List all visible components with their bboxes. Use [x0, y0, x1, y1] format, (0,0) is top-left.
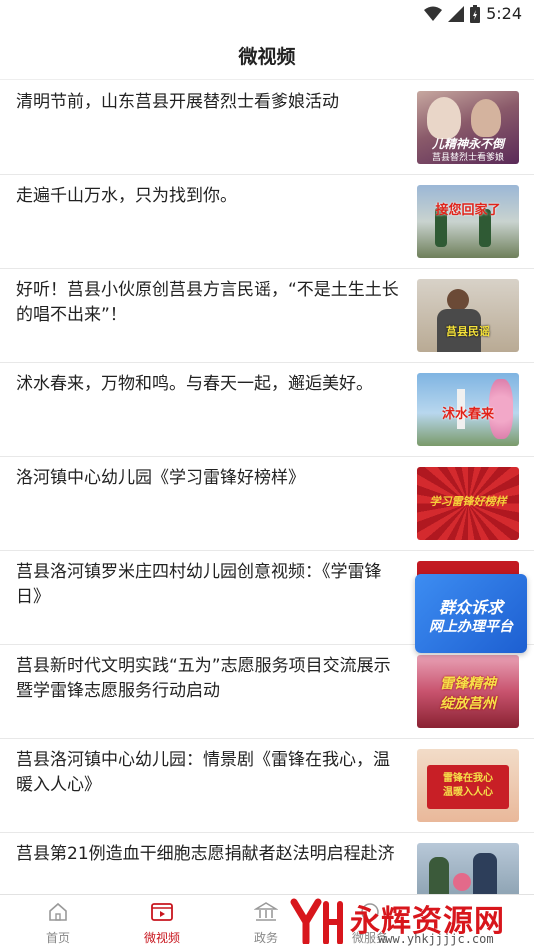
- feed-item-title[interactable]: 沭水春来，万物和鸣。与春天一起，邂逅美好。: [16, 372, 404, 397]
- feed-item-title[interactable]: 莒县新时代文明实践“五为”志愿服务项目交流展示暨学雷锋志愿服务行动启动: [16, 654, 404, 704]
- feed-item-title[interactable]: 洛河镇中心幼儿园《学习雷锋好榜样》: [16, 466, 404, 491]
- video-thumbnail[interactable]: 雷锋精神 绽放莒州: [417, 655, 519, 728]
- battery-icon: [470, 4, 481, 23]
- thumbnail-caption: 接您回家了: [435, 203, 501, 218]
- status-icons: 5:24: [424, 4, 522, 23]
- feed-item[interactable]: 好听！莒县小伙原创莒县方言民谣，“不是土生土长的唱不出来”！ 莒县民谣: [0, 269, 534, 363]
- feed-item[interactable]: 沭水春来，万物和鸣。与春天一起，邂逅美好。 沭水春来: [0, 363, 534, 457]
- feed-item-title[interactable]: 清明节前，山东莒县开展替烈士看爹娘活动: [16, 90, 404, 115]
- thumbnail-caption: 雷锋精神: [440, 676, 496, 692]
- feed-item-title[interactable]: 好听！莒县小伙原创莒县方言民谣，“不是土生土长的唱不出来”！: [16, 278, 404, 328]
- home-icon: [49, 902, 67, 921]
- watermark-url: www.yhkjjjjc.com: [378, 932, 494, 946]
- signal-icon: [448, 5, 465, 22]
- thumbnail-caption: 莒县民谣: [446, 325, 490, 338]
- thumbnail-subcaption: 绽放莒州: [440, 696, 496, 712]
- watermark-logo-icon: [290, 898, 343, 944]
- feed-item-title[interactable]: 走遍千山万水，只为找到你。: [16, 184, 404, 209]
- tab-label: 微视频: [143, 931, 180, 945]
- feed-item[interactable]: 清明节前，山东莒县开展替烈士看爹娘活动 儿精神永不倒 莒县替烈士看爹娘: [0, 81, 534, 175]
- site-watermark: 永辉资源网 www.yhkjjjjc.com: [286, 892, 534, 950]
- thumbnail-subcaption: 莒县替烈士看爹娘: [431, 153, 504, 163]
- feed-item[interactable]: 走遍千山万水，只为找到你。 接您回家了: [0, 175, 534, 269]
- video-thumbnail[interactable]: 接您回家了: [417, 185, 519, 258]
- wifi-icon: [424, 6, 443, 21]
- banner-line-1: 群众诉求: [438, 598, 503, 617]
- page-title: 微视频: [238, 46, 296, 68]
- government-icon: [253, 902, 279, 921]
- feed-item[interactable]: 莒县新时代文明实践“五为”志愿服务项目交流展示暨学雷锋志愿服务行动启动 雷锋精神…: [0, 645, 534, 739]
- video-feed: 清明节前，山东莒县开展替烈士看爹娘活动 儿精神永不倒 莒县替烈士看爹娘 走遍千山…: [0, 81, 534, 927]
- video-thumbnail[interactable]: 儿精神永不倒 莒县替烈士看爹娘: [417, 91, 519, 164]
- feed-item[interactable]: 莒县洛河镇中心幼儿园：情景剧《雷锋在我心，温暖入人心》 雷锋在我心 温暖入人心: [0, 739, 534, 833]
- thumbnail-caption: 雷锋在我心: [443, 773, 493, 784]
- flowers: [453, 873, 471, 891]
- status-bar: 5:24: [0, 0, 534, 30]
- thumbnail-subcaption: 温暖入人心: [443, 787, 493, 798]
- thumbnail-caption: 沭水春来: [441, 407, 494, 422]
- video-thumbnail[interactable]: 沭水春来: [417, 373, 519, 446]
- complaint-platform-banner[interactable]: 群众诉求 网上办理平台: [415, 574, 527, 653]
- thumbnail-caption: 学习雷锋好榜样: [429, 495, 507, 508]
- tab-label: 首页: [45, 931, 70, 945]
- tab-micro-video[interactable]: 微视频: [122, 901, 202, 946]
- singer-head: [447, 289, 469, 311]
- banner-line-2: 网上办理平台: [429, 619, 513, 635]
- status-time: 5:24: [486, 4, 522, 23]
- feed-item-title[interactable]: 莒县洛河镇罗米庄四村幼儿园创意视频：《学雷锋日》: [16, 560, 404, 610]
- person-figure: [471, 99, 501, 137]
- feed-item[interactable]: 洛河镇中心幼儿园《学习雷锋好榜样》 学习雷锋好榜样: [0, 457, 534, 551]
- person-figure: [427, 97, 461, 139]
- feed-item-title[interactable]: 莒县洛河镇中心幼儿园：情景剧《雷锋在我心，温暖入人心》: [16, 748, 404, 798]
- video-thumbnail[interactable]: 莒县民谣: [417, 279, 519, 352]
- video-thumbnail[interactable]: 雷锋在我心 温暖入人心: [417, 749, 519, 822]
- video-thumbnail[interactable]: 学习雷锋好榜样: [417, 467, 519, 540]
- app-header: 微视频: [0, 30, 534, 80]
- video-icon: [151, 903, 173, 921]
- tab-home[interactable]: 首页: [18, 901, 98, 946]
- feed-item-title[interactable]: 莒县第21例造血干细胞志愿捐献者赵法明启程赴济: [16, 842, 404, 867]
